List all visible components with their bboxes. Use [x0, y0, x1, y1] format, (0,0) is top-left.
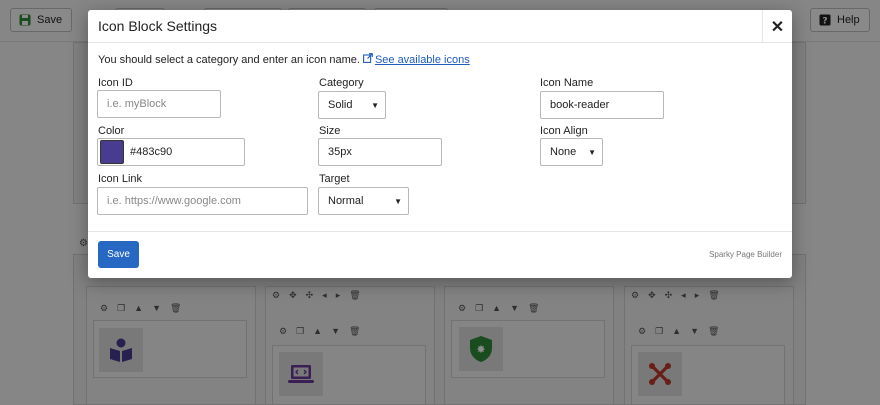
modal-header: Icon Block Settings ✕ — [88, 10, 792, 43]
size-label: Size — [319, 125, 341, 137]
see-available-icons-link[interactable]: See available icons — [362, 53, 470, 66]
target-value: Normal — [328, 195, 364, 207]
see-available-icons-label: See available icons — [374, 53, 470, 66]
icon-align-label: Icon Align — [540, 125, 588, 137]
icon-align-value: None — [550, 146, 577, 158]
footer-divider — [88, 231, 792, 232]
icon-align-select[interactable]: None ▼ — [540, 138, 603, 166]
external-link-icon — [362, 53, 373, 66]
size-input[interactable] — [318, 138, 442, 166]
close-button[interactable]: ✕ — [762, 10, 792, 43]
save-button[interactable]: Save — [98, 241, 139, 268]
intro-text: You should select a category and enter a… — [98, 53, 360, 66]
color-value: #483c90 — [130, 146, 173, 158]
icon-link-label: Icon Link — [98, 173, 143, 185]
category-select[interactable]: Solid ▼ — [318, 91, 386, 119]
close-icon: ✕ — [770, 18, 785, 36]
chevron-down-icon: ▼ — [371, 100, 379, 110]
chevron-down-icon: ▼ — [394, 196, 402, 206]
category-value: Solid — [328, 99, 353, 111]
icon-id-input[interactable] — [97, 90, 221, 118]
icon-name-input[interactable] — [540, 91, 664, 119]
icon-name-label: Icon Name — [540, 77, 594, 89]
icon-id-label: Icon ID — [98, 77, 133, 89]
brand-label: Sparky Page Builder — [709, 250, 782, 259]
target-label: Target — [319, 173, 350, 185]
chevron-down-icon: ▼ — [588, 147, 596, 157]
intro-text-row: You should select a category and enter a… — [98, 53, 470, 66]
color-label: Color — [98, 125, 125, 137]
color-swatch[interactable] — [100, 140, 124, 164]
icon-block-settings-modal: Icon Block Settings ✕ You should select … — [88, 10, 792, 278]
category-label: Category — [319, 77, 364, 89]
icon-link-input[interactable] — [97, 187, 308, 215]
modal-title: Icon Block Settings — [98, 18, 218, 34]
color-input[interactable]: #483c90 — [97, 138, 245, 166]
target-select[interactable]: Normal ▼ — [318, 187, 409, 215]
